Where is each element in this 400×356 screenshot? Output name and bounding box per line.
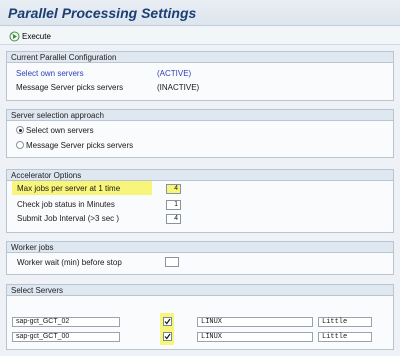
server-selection-group: Server selection approach Select own ser…	[6, 109, 394, 158]
worker-jobs-header: Worker jobs	[7, 242, 393, 253]
radio-message-server[interactable]: Message Server picks servers	[16, 141, 133, 151]
toolbar: Execute	[0, 27, 400, 45]
execute-button[interactable]: Execute	[9, 30, 51, 42]
current-config-header: Current Parallel Configuration	[7, 52, 393, 63]
radio-own-servers-label: Select own servers	[26, 126, 94, 135]
server-checkbox[interactable]	[163, 332, 172, 341]
accelerator-header: Accelerator Options	[7, 170, 393, 181]
server-selection-header: Server selection approach	[7, 110, 393, 121]
check-status-input[interactable]: 1	[166, 200, 181, 210]
checkmark-icon	[164, 333, 171, 340]
accelerator-group: Accelerator Options Max jobs per server …	[6, 169, 394, 233]
config-msg-server-label: Message Server picks servers	[16, 83, 124, 92]
max-jobs-label: Max jobs per server at 1 time	[17, 184, 121, 193]
server-os-field: LINUX	[197, 317, 313, 327]
execute-icon	[9, 31, 20, 41]
worker-wait-input[interactable]	[165, 257, 179, 267]
title-bar: Parallel Processing Settings	[0, 0, 400, 26]
config-own-servers-status: (ACTIVE)	[157, 69, 192, 78]
server-checkbox[interactable]	[163, 317, 172, 326]
worker-jobs-group: Worker jobs Worker wait (min) before sto…	[6, 241, 394, 275]
server-endian-field: Little	[318, 317, 372, 327]
max-jobs-input[interactable]: 4	[166, 184, 181, 194]
checkmark-icon	[164, 318, 171, 325]
server-os-field: LINUX	[197, 332, 313, 342]
check-status-label: Check job status in Minutes	[17, 200, 115, 209]
select-servers-group: Select Servers sap-gct_GCT_02 LINUX Litt…	[6, 284, 394, 350]
config-own-servers-label: Select own servers	[16, 69, 84, 78]
submit-interval-input[interactable]: 4	[166, 214, 181, 224]
server-name-field[interactable]: sap-gct_GCT_00	[12, 332, 120, 342]
radio-own-servers[interactable]: Select own servers	[16, 126, 94, 136]
radio-unselected-indicator	[16, 141, 24, 149]
select-servers-header: Select Servers	[7, 285, 393, 296]
current-config-group: Current Parallel Configuration Select ow…	[6, 51, 394, 101]
server-name-field[interactable]: sap-gct_GCT_02	[12, 317, 120, 327]
submit-interval-label: Submit Job Interval (>3 sec )	[17, 214, 120, 223]
execute-label: Execute	[22, 31, 51, 41]
radio-selected-indicator	[16, 126, 24, 134]
server-endian-field: Little	[318, 332, 372, 342]
worker-wait-label: Worker wait (min) before stop	[17, 258, 122, 267]
page-title: Parallel Processing Settings	[8, 5, 197, 21]
radio-message-server-label: Message Server picks servers	[26, 141, 134, 150]
config-msg-server-status: (INACTIVE)	[157, 83, 200, 92]
